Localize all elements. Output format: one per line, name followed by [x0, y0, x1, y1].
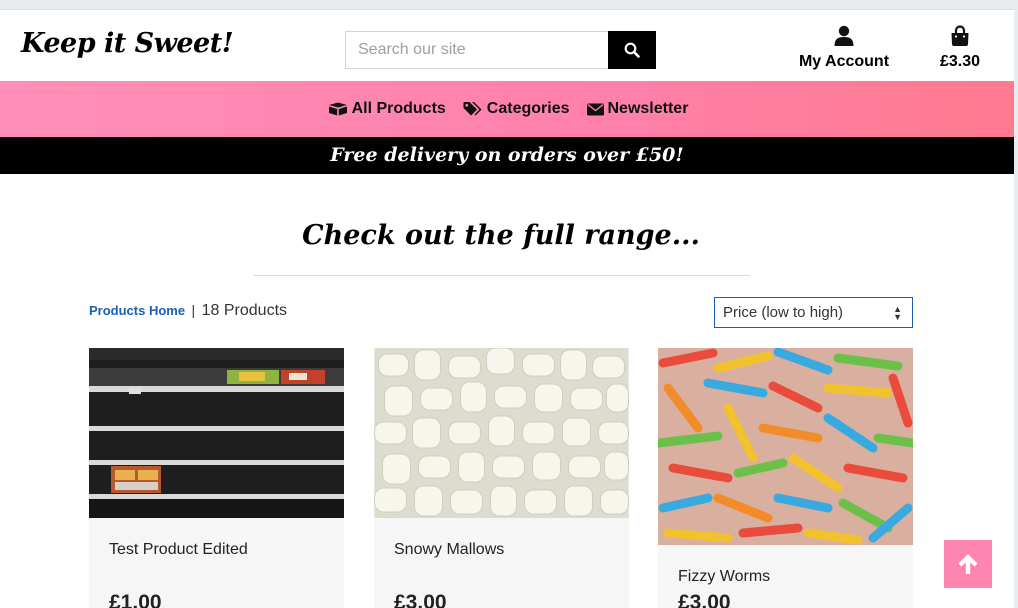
category-nav: All Products Categories Newsletter	[0, 81, 1014, 137]
marshmallows-photo	[374, 348, 629, 518]
products-home-link[interactable]: Products Home	[89, 303, 185, 318]
product-card[interactable]: Test Product Edited £1.00	[89, 348, 344, 608]
shopping-bag-link[interactable]: £3.30	[930, 25, 990, 71]
search-icon	[624, 42, 640, 58]
fizzy-worms-photo	[658, 348, 913, 545]
product-card[interactable]: Fizzy Worms £3.00	[658, 348, 913, 608]
envelope-icon	[586, 103, 604, 115]
breadcrumb-separator: |	[191, 302, 196, 318]
nav-newsletter-label: Newsletter	[607, 100, 689, 117]
nav-categories-label: Categories	[486, 100, 570, 117]
product-name[interactable]: Fizzy Worms	[678, 568, 770, 586]
product-name[interactable]: Test Product Edited	[109, 541, 248, 559]
shopping-bag-icon	[950, 25, 970, 47]
product-price: £1.00	[109, 591, 162, 608]
my-account-link[interactable]: My Account	[795, 25, 893, 71]
nav-newsletter[interactable]: Newsletter	[586, 100, 689, 118]
back-to-top-button[interactable]	[944, 540, 992, 588]
product-card[interactable]: Snowy Mallows £3.00	[374, 348, 629, 608]
user-icon	[834, 25, 854, 47]
page-title: Check out the full range...	[302, 220, 700, 251]
scrollbar-track[interactable]	[1014, 0, 1018, 608]
sort-selected-value: Price (low to high)	[723, 304, 844, 321]
sort-select[interactable]: Price (low to high) ▲ ▼	[714, 297, 913, 328]
nav-categories[interactable]: Categories	[463, 100, 570, 118]
browser-top-strip	[0, 0, 1018, 9]
arrow-up-icon	[958, 554, 978, 574]
search-button[interactable]	[608, 31, 656, 69]
my-account-label: My Account	[798, 53, 890, 70]
product-price: £3.00	[394, 591, 447, 608]
bag-total: £3.30	[939, 53, 981, 70]
product-name[interactable]: Snowy Mallows	[394, 541, 504, 559]
product-count: 18 Products	[201, 302, 288, 319]
select-arrows-icon: ▲ ▼	[893, 304, 902, 322]
nav-all-products[interactable]: All Products	[328, 100, 446, 118]
site-logo[interactable]: Keep it Sweet!	[21, 28, 234, 59]
title-divider	[253, 275, 750, 276]
breadcrumb: Products Home | 18 Products	[89, 302, 287, 320]
search-input[interactable]	[345, 31, 608, 69]
nav-all-products-label: All Products	[351, 100, 446, 117]
product-price: £3.00	[678, 591, 731, 608]
search-form	[345, 31, 656, 69]
empty-shelves-photo	[89, 348, 344, 518]
site-header: Keep it Sweet! My Account	[0, 9, 1014, 81]
promo-banner: Free delivery on orders over £50!	[0, 137, 1014, 174]
boxes-icon	[328, 102, 347, 116]
tags-icon	[463, 102, 482, 116]
